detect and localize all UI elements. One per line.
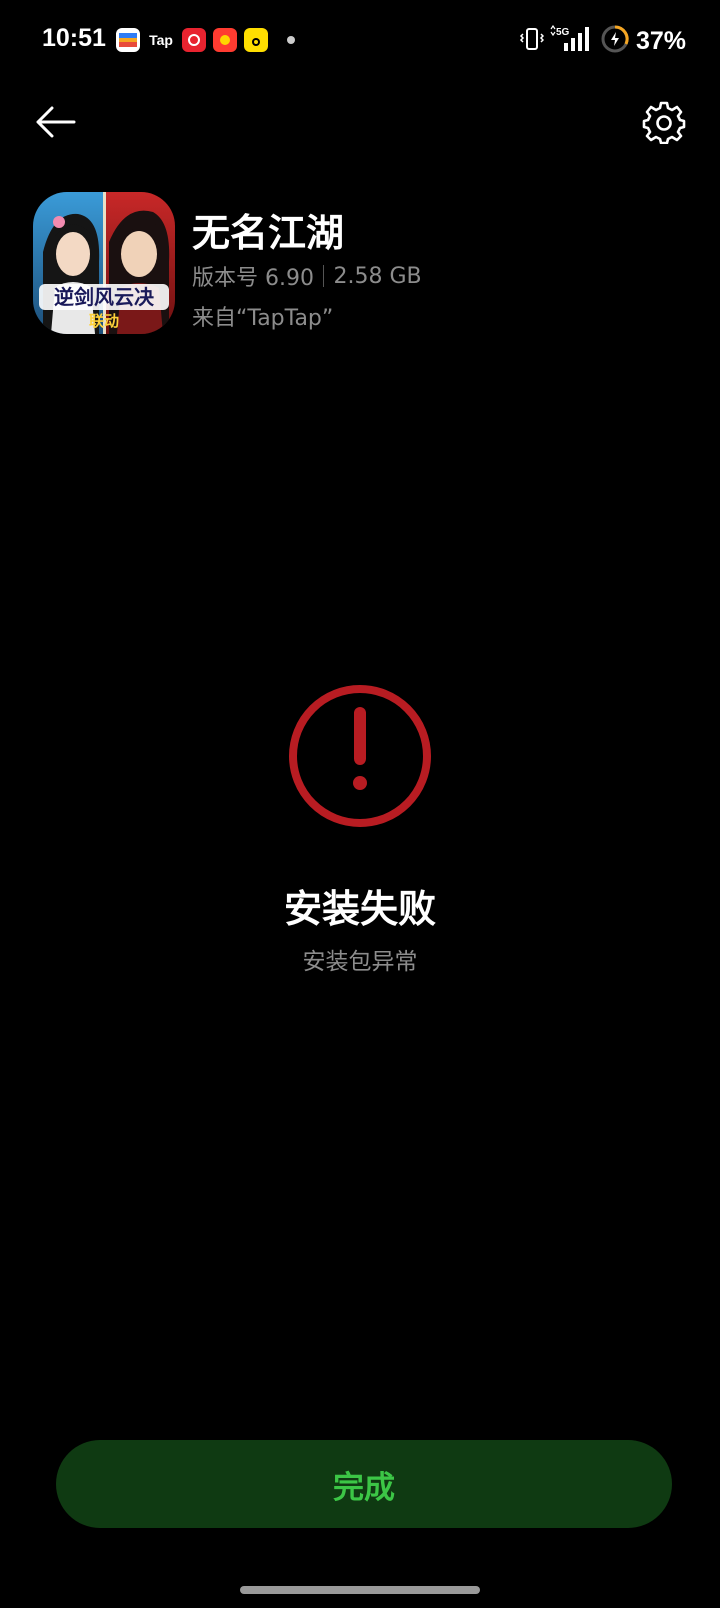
install-result-screen: 10:51 Tap 5G 37% 逆剑风云决 联动 无名江湖 版本号 6.90 … [0, 0, 720, 1608]
arrow-left-icon [36, 106, 76, 138]
settings-button[interactable] [642, 100, 686, 145]
wallet-notification-icon [116, 28, 140, 52]
vibrate-icon [518, 26, 545, 56]
exclamation-circle-icon [287, 683, 433, 829]
signal-5g-icon: 5G [550, 24, 594, 57]
app-source: 来自“TapTap” [192, 306, 334, 331]
app-icon-art-title: 逆剑风云决 [54, 285, 155, 309]
more-notifications-dot-icon [287, 36, 295, 44]
taptap-notification-icon: Tap [149, 32, 173, 48]
app-icon-art-subtitle: 联动 [89, 312, 119, 330]
app-version: 版本号 6.90 [192, 266, 314, 291]
install-result-title: 安装失败 [283, 887, 436, 931]
battery-percentage: 37% [635, 26, 686, 55]
system-icons: 5G 37% [518, 24, 686, 58]
status-bar: 10:51 Tap 5G 37% [0, 0, 720, 84]
back-button[interactable] [34, 100, 78, 144]
yellow-app-notification-icon [244, 28, 268, 52]
notification-icons: Tap [116, 28, 295, 52]
app-meta: 版本号 6.90 2.58 GB [192, 260, 422, 292]
svg-text:5G: 5G [556, 27, 570, 38]
gear-icon [642, 101, 686, 145]
install-result-message: 安装包异常 [302, 949, 418, 975]
app-notification-icon [182, 28, 206, 52]
home-indicator[interactable] [240, 1586, 480, 1594]
done-button[interactable]: 完成 [56, 1440, 672, 1528]
app-size: 2.58 GB [333, 263, 422, 289]
status-time: 10:51 [42, 24, 106, 52]
app-name: 无名江湖 [192, 211, 345, 255]
meta-divider [322, 265, 325, 287]
battery-charging-icon [600, 24, 630, 58]
red-packet-notification-icon [213, 28, 237, 52]
app-icon: 逆剑风云决 联动 [33, 192, 175, 334]
